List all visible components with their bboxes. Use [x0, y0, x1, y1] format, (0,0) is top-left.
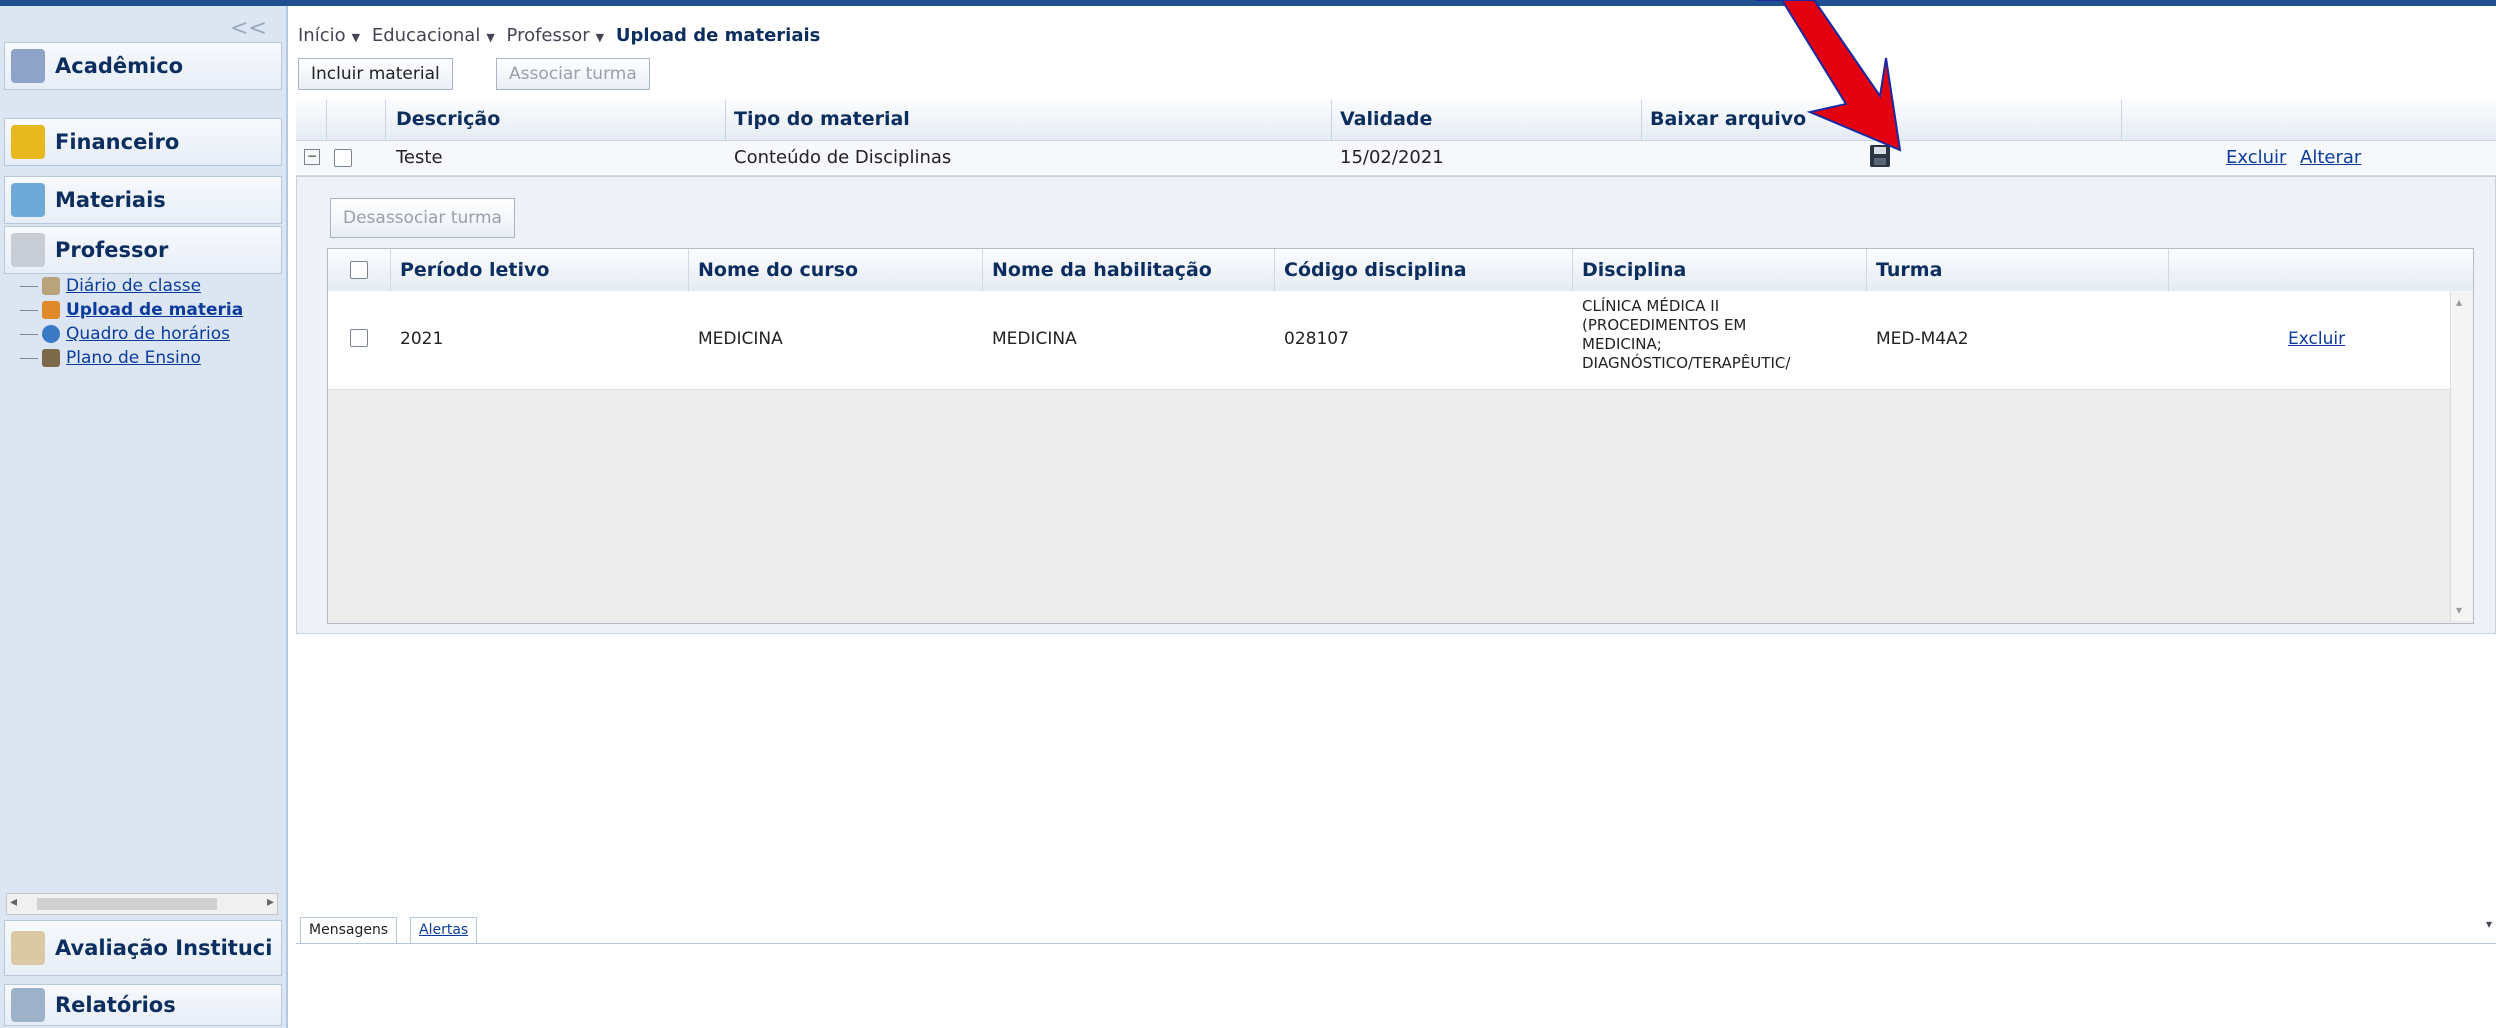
annotation-arrow: [1756, 0, 1902, 152]
